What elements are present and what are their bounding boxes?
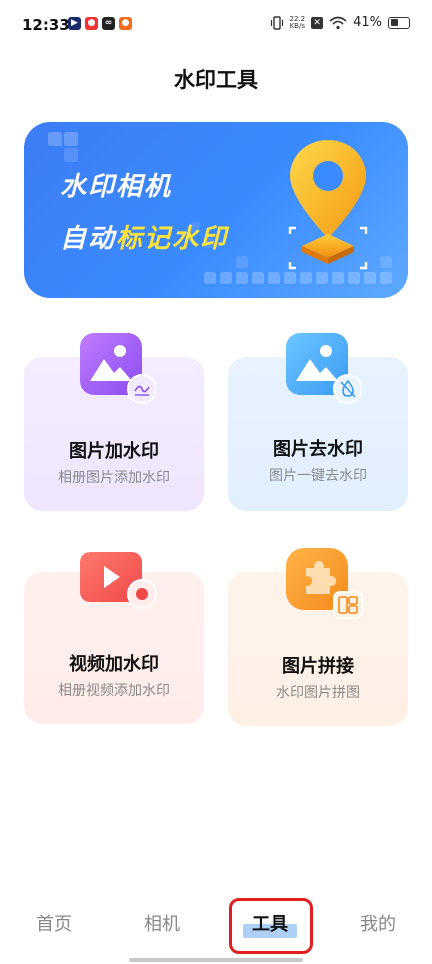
banner-subtitle-prefix: 自动 <box>60 224 117 254</box>
net-speed: 22.2 KB/s <box>289 15 306 30</box>
tool-card-image-stitch[interactable]: 图片拼接 水印图片拼图 <box>228 548 408 726</box>
tool-card-add-video-watermark[interactable]: 视频加水印 相册视频添加水印 <box>24 552 204 724</box>
tool-card-remove-watermark[interactable]: 图片去水印 图片一键去水印 <box>228 333 408 511</box>
tool-card-subtitle: 相册图片添加水印 <box>58 470 170 486</box>
bottom-nav: 首页 相机 工具 我的 <box>0 896 432 956</box>
nav-me[interactable]: 我的 <box>348 910 408 936</box>
location-pin-icon <box>288 140 368 270</box>
nav-camera[interactable]: 相机 <box>132 910 192 936</box>
tools-tab-red-outline <box>229 898 313 954</box>
tool-card-title: 图片去水印 <box>273 439 363 460</box>
tool-card-subtitle: 相册视频添加水印 <box>58 683 170 699</box>
vibrate-icon <box>270 15 283 30</box>
tool-card-title: 图片加水印 <box>69 441 159 462</box>
page-title: 水印工具 <box>174 68 258 92</box>
status-right: 22.2 KB/s ✕ 41% <box>270 15 410 30</box>
banner-title: 水印相机 <box>60 172 173 202</box>
banner-subtitle: 自动标记水印 <box>60 218 228 255</box>
notification-icons: ▶ ● ∞ ● <box>68 17 132 30</box>
x-icon: ✕ <box>311 16 324 29</box>
watermark-camera-banner[interactable]: 水印相机 自动标记水印 <box>24 122 408 298</box>
home-indicator[interactable] <box>129 958 303 962</box>
puzzle-icon <box>286 548 363 619</box>
tool-card-subtitle: 水印图片拼图 <box>276 685 360 701</box>
play-app-icon: ▶ <box>68 17 81 30</box>
battery-percent: 41% <box>353 15 382 30</box>
banner-subtitle-highlight: 标记水印 <box>116 224 229 254</box>
tool-card-title: 图片拼接 <box>282 656 354 677</box>
tool-card-subtitle: 图片一键去水印 <box>269 468 367 484</box>
image-watermark-icon <box>80 333 156 404</box>
orange-app-icon: ● <box>119 17 132 30</box>
net-speed-unit: KB/s <box>289 21 305 30</box>
image-remove-watermark-icon <box>286 333 362 404</box>
tool-card-title: 视频加水印 <box>69 654 159 675</box>
wifi-icon <box>329 16 347 29</box>
status-bar: 12:33 ▶ ● ∞ ● 22.2 KB/s ✕ 41% <box>0 0 432 48</box>
shop-app-icon: ● <box>85 17 98 30</box>
status-time: 12:33 <box>22 16 70 34</box>
battery-icon <box>388 16 410 29</box>
video-watermark-icon <box>80 552 157 609</box>
tool-card-add-image-watermark[interactable]: 图片加水印 相册图片添加水印 <box>24 333 204 511</box>
nav-home[interactable]: 首页 <box>24 910 84 936</box>
link-app-icon: ∞ <box>102 17 115 30</box>
